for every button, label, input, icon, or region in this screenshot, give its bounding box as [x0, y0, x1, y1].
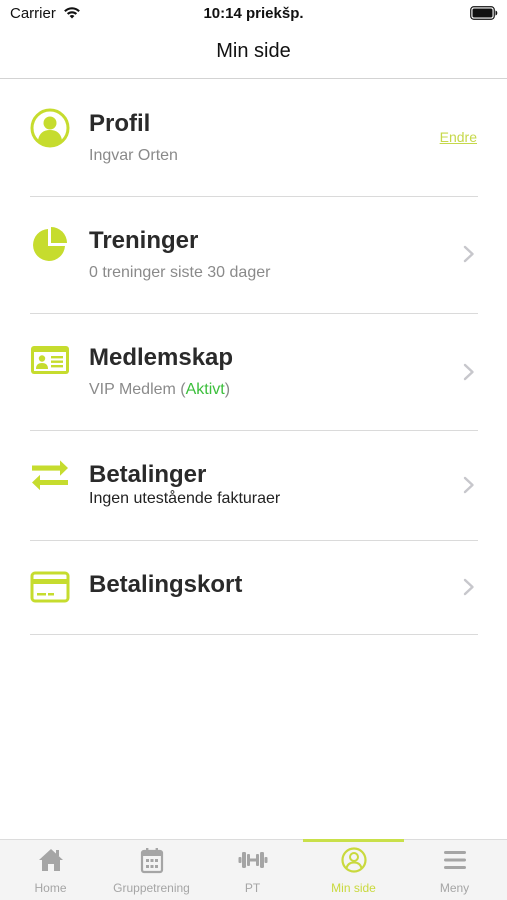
- tab-meny[interactable]: Meny: [404, 840, 505, 900]
- clock-label: 10:14 priekšp.: [203, 5, 304, 22]
- tab-home-label: Home: [34, 881, 67, 895]
- membership-status: VIP Medlem (Aktivt): [89, 381, 230, 399]
- nav-bar: Min side: [0, 28, 507, 79]
- credit-card-icon: [30, 571, 70, 603]
- calendar-icon: [140, 848, 163, 874]
- membership-paren: ): [224, 381, 231, 398]
- payments-subtitle: Ingen utestående fakturaer: [89, 490, 281, 507]
- payment-card-title: Betalingskort: [89, 571, 243, 598]
- trainings-title: Treninger: [89, 227, 199, 254]
- user-avatar-icon: [30, 108, 70, 148]
- profile-row[interactable]: Profil Ingvar Orten Endre: [0, 80, 507, 197]
- tab-min-side-label: Min side: [331, 881, 376, 895]
- pie-chart-icon: [33, 227, 67, 261]
- tab-meny-label: Meny: [439, 881, 470, 895]
- chevron-right-icon: [463, 363, 474, 381]
- active-tab-indicator: [303, 839, 404, 842]
- menu-icon: [443, 851, 466, 869]
- profile-name: Ingvar Orten: [89, 147, 178, 164]
- trainings-row[interactable]: Treninger 0 treninger siste 30 dager: [0, 197, 507, 314]
- tab-gruppetrening-label: Gruppetrening: [113, 881, 190, 895]
- tab-bar: Home Gruppetrening PT Min side Meny: [0, 839, 507, 900]
- swap-arrows-icon: [32, 460, 68, 491]
- membership-type: VIP Medlem (: [89, 381, 186, 398]
- status-bar: Carrier 10:14 priekšp.: [0, 0, 507, 28]
- home-icon: [38, 849, 63, 871]
- tab-pt[interactable]: PT: [202, 840, 303, 900]
- id-card-icon: [31, 346, 69, 374]
- trainings-count: 0 treninger siste 30 dager: [89, 264, 271, 281]
- tab-min-side[interactable]: Min side: [303, 839, 404, 900]
- tab-home[interactable]: Home: [0, 840, 101, 900]
- chevron-right-icon: [463, 578, 474, 596]
- membership-active-label: Aktivt: [185, 381, 225, 398]
- chevron-right-icon: [463, 245, 474, 263]
- tab-gruppetrening[interactable]: Gruppetrening: [101, 840, 202, 900]
- page-title: Min side: [216, 40, 291, 62]
- membership-row[interactable]: Medlemskap VIP Medlem (Aktivt): [0, 314, 507, 431]
- tab-pt-label: PT: [244, 881, 261, 895]
- profile-title: Profil: [89, 110, 151, 137]
- battery-icon: [470, 6, 498, 20]
- payments-row[interactable]: Betalinger Ingen utestående fakturaer: [0, 431, 507, 541]
- user-circle-icon: [340, 847, 367, 873]
- payment-card-row[interactable]: Betalingskort: [0, 541, 507, 635]
- chevron-right-icon: [463, 476, 474, 494]
- divider: [30, 634, 478, 635]
- payments-title: Betalinger: [89, 461, 207, 488]
- edit-profile-link[interactable]: Endre: [440, 129, 477, 145]
- membership-title: Medlemskap: [89, 344, 234, 371]
- dumbbell-icon: [238, 852, 267, 868]
